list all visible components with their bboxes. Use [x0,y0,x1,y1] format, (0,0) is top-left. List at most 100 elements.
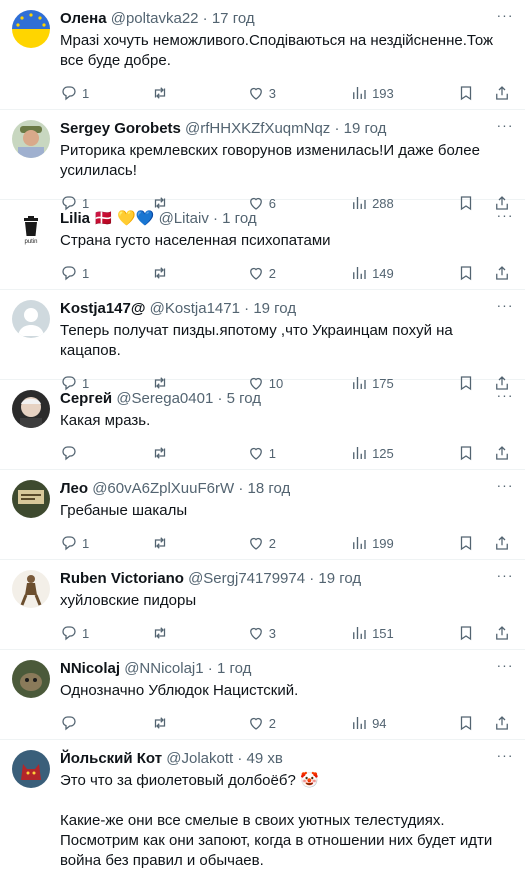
avatar[interactable] [12,750,50,788]
timestamp[interactable]: 1 год [222,210,256,227]
reply-button[interactable]: 1 [60,624,151,642]
tweet[interactable]: ··· Олена @poltavka22 · 17 год Мразі хоч… [0,0,525,110]
reply-button[interactable]: 1 [60,84,151,102]
display-name[interactable]: Kostja147@ [60,300,146,317]
like-button[interactable]: 1 [247,444,350,462]
retweet-button[interactable] [151,264,246,282]
tweet[interactable]: ··· Сергей @Serega0401 · 5 год Какая мра… [0,380,525,470]
more-options-icon[interactable]: ··· [495,118,515,134]
avatar[interactable] [12,570,50,608]
user-handle[interactable]: @Serega0401 [116,390,213,407]
avatar[interactable] [12,120,50,158]
like-button[interactable]: 2 [247,714,350,732]
views-button[interactable]: 199 [350,534,457,552]
user-handle[interactable]: @60vA6ZplXuuF6rW [92,480,234,497]
tweet[interactable]: ··· Kostja147@ @Kostja1471 · 19 год Тепе… [0,290,525,391]
retweet-button[interactable] [151,84,246,102]
more-options-icon[interactable]: ··· [495,658,515,674]
more-options-icon[interactable]: ··· [495,748,515,764]
display-name[interactable]: NNicolaj [60,660,120,677]
retweet-button[interactable] [151,534,246,552]
bookmark-button[interactable] [457,84,493,102]
timestamp[interactable]: 19 год [344,120,387,137]
views-icon [353,537,366,549]
like-button[interactable]: 2 [247,264,350,282]
reply-button[interactable] [60,714,151,732]
share-button[interactable] [493,444,513,462]
more-options-icon[interactable]: ··· [495,298,515,314]
tweet[interactable]: ··· Йольский Кот @Jolakott · 49 хв Это ч… [0,740,525,869]
timestamp[interactable]: 17 год [212,10,255,27]
timestamp[interactable]: 18 год [248,480,291,497]
display-name[interactable]: Лео [60,480,88,497]
avatar[interactable] [12,300,50,338]
avatar[interactable]: putin [12,210,50,248]
user-handle[interactable]: @Litaiv [159,210,209,227]
share-button[interactable] [493,84,513,102]
share-button[interactable] [493,264,513,282]
views-icon [353,267,366,279]
view-count: 151 [372,625,394,641]
user-handle[interactable]: @poltavka22 [111,10,199,27]
views-icon [353,87,366,99]
tweet[interactable]: ··· NNicolaj @NNicolaj1 · 1 год Однознач… [0,650,525,740]
avatar[interactable] [12,480,50,518]
retweet-button[interactable] [151,624,246,642]
avatar[interactable] [12,660,50,698]
more-options-icon[interactable]: ··· [495,8,515,24]
like-button[interactable]: 3 [247,624,350,642]
views-button[interactable]: 149 [350,264,457,282]
share-button[interactable] [493,624,513,642]
user-handle[interactable]: @Sergj74179974 [188,570,305,587]
more-options-icon[interactable]: ··· [495,568,515,584]
timestamp[interactable]: 19 год [253,300,296,317]
user-handle[interactable]: @Jolakott [166,750,233,767]
views-button[interactable]: 125 [350,444,457,462]
display-name[interactable]: Lilia [60,210,90,227]
tweet[interactable]: putin ··· Lilia 🇩🇰 💛💙 @Litaiv · 1 год Ст… [0,200,525,290]
avatar[interactable] [12,390,50,428]
tweet[interactable]: ··· Лео @60vA6ZplXuuF6rW · 18 год Гребан… [0,470,525,560]
user-handle[interactable]: @rfHHXKZfXuqmNqz [185,120,330,137]
retweet-button[interactable] [151,444,246,462]
tweet-header: Сергей @Serega0401 · 5 год [60,380,513,408]
retweet-icon [155,537,166,549]
reply-icon [62,446,76,461]
more-options-icon[interactable]: ··· [495,208,515,224]
share-button[interactable] [493,714,513,732]
timestamp[interactable]: 49 хв [247,750,283,767]
bookmark-button[interactable] [457,534,493,552]
display-name[interactable]: Сергей [60,390,112,407]
views-button[interactable]: 151 [350,624,457,642]
more-options-icon[interactable]: ··· [495,388,515,404]
more-options-icon[interactable]: ··· [495,478,515,494]
reply-button[interactable]: 1 [60,264,151,282]
display-name[interactable]: Олена [60,10,107,27]
display-name[interactable]: Ruben Victoriano [60,570,184,587]
bookmark-icon [461,626,472,641]
tweet[interactable]: ··· Sergey Gorobets @rfHHXKZfXuqmNqz · 1… [0,110,525,211]
timestamp[interactable]: 19 год [318,570,361,587]
bookmark-button[interactable] [457,264,493,282]
separator: · [213,210,218,227]
tweet[interactable]: ··· Ruben Victoriano @Sergj74179974 · 19… [0,560,525,650]
bookmark-button[interactable] [457,624,493,642]
share-button[interactable] [493,534,513,552]
views-button[interactable]: 193 [350,84,457,102]
user-handle[interactable]: @Kostja1471 [150,300,240,317]
views-button[interactable]: 94 [350,714,457,732]
share-icon [496,716,509,730]
timestamp[interactable]: 1 год [217,660,251,677]
avatar[interactable] [12,10,50,48]
bookmark-button[interactable] [457,444,493,462]
user-handle[interactable]: @NNicolaj1 [124,660,203,677]
display-name[interactable]: Sergey Gorobets [60,120,181,137]
like-button[interactable]: 3 [247,84,350,102]
retweet-button[interactable] [151,714,246,732]
display-name[interactable]: Йольский Кот [60,750,162,767]
timestamp[interactable]: 5 год [227,390,261,407]
reply-button[interactable]: 1 [60,534,151,552]
bookmark-button[interactable] [457,714,493,732]
like-button[interactable]: 2 [247,534,350,552]
reply-button[interactable] [60,444,151,462]
